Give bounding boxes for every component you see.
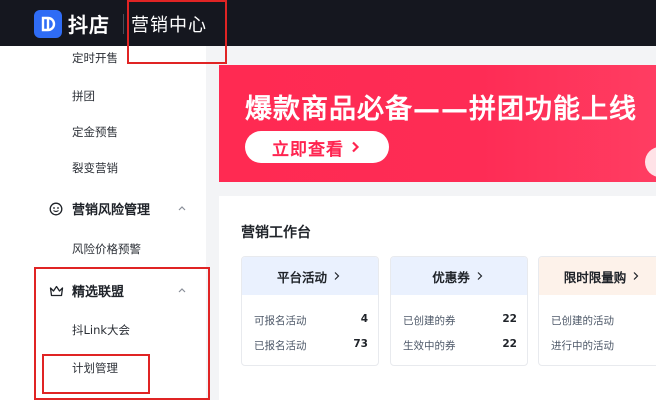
logo-text[interactable]: 抖店: [68, 9, 110, 38]
view-now-button[interactable]: 立即查看: [245, 131, 389, 163]
smile-face-icon: [48, 201, 64, 217]
card-row: 生效中的券 22: [403, 338, 517, 353]
sidebar-item-group-buy[interactable]: 拼团: [72, 88, 95, 104]
annotation-box-plan-management: [42, 354, 150, 394]
sidebar-item-deposit-presale[interactable]: 定金预售: [72, 124, 118, 140]
card-title: 限时限量购: [563, 269, 627, 285]
sidebar-item-risk-price-alert[interactable]: 风险价格预警: [72, 241, 141, 257]
chevron-up-icon[interactable]: [176, 202, 188, 214]
promo-banner[interactable]: 爆款商品必备——拼团功能上线 立即查看: [219, 65, 656, 182]
marketing-workbench: 营销工作台 平台活动 可报名活动 4 已报名活动 73 优惠券 已创建的券 22…: [219, 196, 656, 400]
banner-decoration: [645, 147, 656, 177]
card-row: 已报名活动 73: [254, 338, 368, 353]
workbench-title: 营销工作台: [241, 225, 311, 241]
card-row: 已创建的券 22: [403, 313, 517, 328]
sidebar-group-risk-management[interactable]: 营销风险管理: [48, 199, 150, 218]
card-header[interactable]: 限时限量购: [539, 257, 656, 295]
sidebar-item-scheduled-sale[interactable]: 定时开售: [72, 50, 118, 66]
card-header[interactable]: 优惠券: [391, 257, 527, 295]
topbar-divider: [123, 14, 124, 34]
card-row-label: 生效中的券: [403, 340, 456, 352]
card-title: 平台活动: [276, 269, 327, 285]
view-now-button-label: 立即查看: [272, 139, 344, 160]
card-row-label: 进行中的活动: [551, 340, 614, 352]
card-row: 可报名活动 4: [254, 313, 368, 328]
card-row-value: 73: [353, 338, 368, 350]
chevron-right-icon: [334, 272, 340, 280]
doudian-logo-icon[interactable]: [34, 10, 62, 38]
chevron-right-icon: [477, 272, 483, 280]
chevron-right-icon: [352, 141, 360, 153]
card-row: 已创建的活动: [551, 313, 656, 328]
sidebar-item-fission-marketing[interactable]: 裂变营销: [72, 160, 118, 176]
card-row-value: 22: [502, 338, 517, 350]
card-row-label: 已创建的券: [403, 315, 456, 327]
chevron-right-icon: [633, 272, 639, 280]
top-bar: 抖店 营销中心: [0, 0, 656, 46]
card-platform-activities[interactable]: 平台活动 可报名活动 4 已报名活动 73: [241, 256, 379, 366]
sidebar-group-label: 营销风险管理: [72, 203, 151, 218]
card-row-label: 已报名活动: [254, 340, 307, 352]
card-row-label: 已创建的活动: [551, 315, 614, 327]
card-row-value: 4: [360, 313, 368, 325]
card-row-label: 可报名活动: [254, 315, 307, 327]
card-row-value: 22: [502, 313, 517, 325]
card-coupons[interactable]: 优惠券 已创建的券 22 生效中的券 22: [390, 256, 528, 366]
annotation-box-marketing-center: [127, 0, 227, 64]
card-limited-time-purchase[interactable]: 限时限量购 已创建的活动 进行中的活动: [538, 256, 656, 366]
banner-title: 爆款商品必备——拼团功能上线: [245, 94, 637, 125]
card-header[interactable]: 平台活动: [242, 257, 378, 295]
card-row: 进行中的活动: [551, 338, 656, 353]
card-title: 优惠券: [432, 269, 470, 285]
